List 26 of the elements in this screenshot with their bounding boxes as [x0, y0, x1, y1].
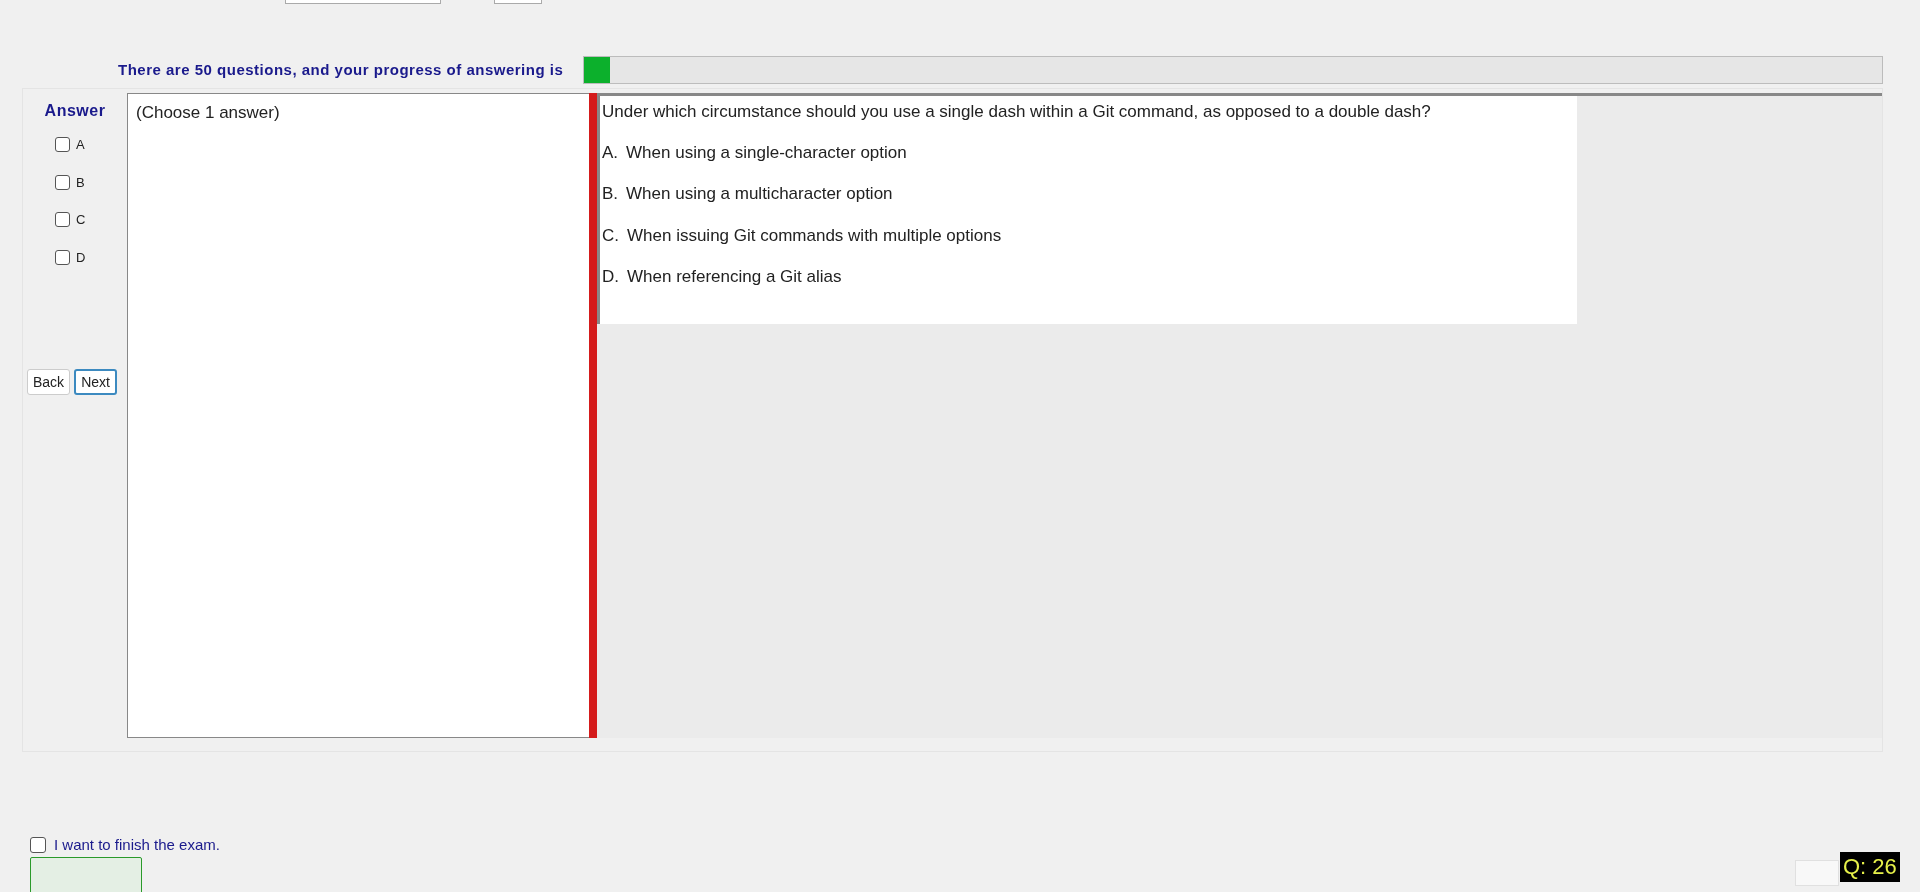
- option-label: C: [76, 211, 86, 229]
- finish-button[interactable]: [30, 857, 142, 892]
- choice-text: When using a multicharacter option: [626, 183, 893, 205]
- choice-letter: A.: [602, 141, 619, 164]
- choice-letter: D.: [602, 266, 619, 288]
- option-label: B: [76, 173, 85, 192]
- choice-text: When issuing Git commands with multiple options: [627, 224, 1002, 247]
- choice-letter: C.: [602, 224, 619, 247]
- checkbox[interactable]: [30, 837, 46, 854]
- choice-text: When using a single-character option: [626, 141, 907, 164]
- checkbox[interactable]: [55, 137, 70, 153]
- choice-letter: B.: [602, 183, 619, 205]
- answer-heading: Answer: [44, 101, 106, 121]
- progress-label: There are 50 questions, and your progress of answering is: [118, 59, 564, 80]
- instruction-text: (Choose 1 answer): [136, 103, 280, 122]
- option-label: A: [76, 136, 85, 154]
- option-label: D: [76, 248, 86, 267]
- question-text: Under which circumstance should you use a single dash within a Git command, as opposed to a double dash?: [602, 101, 1432, 123]
- back-button[interactable]: Back: [27, 369, 71, 395]
- finish-label: I want to finish the exam.: [54, 835, 220, 855]
- question-counter: Q: 26: [1840, 852, 1900, 882]
- checkbox[interactable]: [55, 249, 70, 265]
- checkbox[interactable]: [55, 212, 70, 228]
- next-button[interactable]: Next: [74, 369, 117, 395]
- checkbox[interactable]: [55, 174, 70, 190]
- choice-text: When referencing a Git alias: [627, 266, 842, 288]
